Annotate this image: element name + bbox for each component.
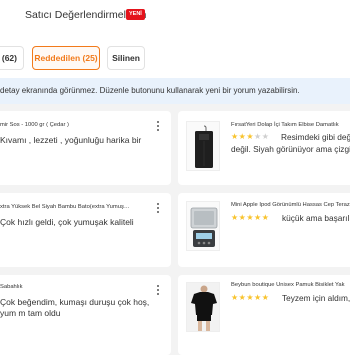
star-icon: ★ [246, 132, 255, 141]
product-image[interactable] [186, 282, 220, 332]
review-comment-line: Teyzem için aldım, k [282, 293, 350, 303]
star-icon: ★ [231, 132, 239, 141]
info-text: detay ekranında görünmez. Düzenle butonu… [0, 86, 300, 95]
star-icon: ★ [254, 293, 262, 302]
product-image[interactable] [186, 121, 220, 171]
star-icon: ★ [231, 293, 239, 302]
review-comment-line: değil. Siyah görünüyor ama çizgili v [231, 144, 350, 154]
garment-bag-image [187, 122, 219, 170]
review-card: Mini Apple Ipod Görünümlü Hassas Cep Ter… [178, 193, 350, 267]
review-comment-line: Kıvamı , lezzeti , yoğunluğu harika bir [0, 135, 142, 145]
more-vertical-icon[interactable] [157, 285, 160, 296]
tabs-bar: a (62) Reddedilen (25) Silinen [0, 30, 350, 78]
more-vertical-icon[interactable] [157, 203, 160, 214]
star-icon: ★ [261, 213, 270, 222]
star-icon: ★ [231, 213, 239, 222]
star-icon: ★ [261, 132, 270, 141]
review-card: mir Sos - 1000 gr ( Çedar ) Kıvamı , lez… [0, 111, 171, 185]
product-name[interactable]: Mini Apple Ipod Görünümlü Hassas Cep Ter… [231, 202, 350, 208]
star-icon: ★ [246, 213, 255, 222]
review-comment: Çok beğendim, kumaşı duruşu çok hoş, yum… [0, 297, 149, 319]
pocket-scale-image [187, 202, 219, 250]
review-comment: Çok hızlı geldi, çok yumuşak kaliteli [0, 217, 134, 228]
star-rating: ★★★★★ [231, 213, 269, 222]
review-comment-line: Çok beğendim, kumaşı duruşu çok hoş, [0, 297, 150, 307]
review-comment-line: Resimdeki gibi değil [281, 132, 350, 142]
review-card: xtra Yüksek Bel Siyah Bambu Bato(extra Y… [0, 193, 171, 267]
more-vertical-icon[interactable] [157, 121, 160, 132]
info-bar: detay ekranında görünmez. Düzenle butonu… [0, 78, 350, 104]
review-comment: Kıvamı , lezzeti , yoğunluğu harika bir [0, 135, 141, 146]
tab-approved[interactable]: a (62) [0, 46, 24, 70]
review-comment-line: yum m tam oldu [0, 308, 61, 318]
tshirt-outfit-image [187, 283, 219, 331]
star-icon: ★ [254, 132, 262, 141]
star-rating: ★★★★★ [231, 132, 269, 141]
product-name[interactable]: Beybun boutique Unisex Pamuk Bisiklet Ya… [231, 282, 345, 288]
review-comment-line: Çok hızlı geldi, çok yumuşak kaliteli [0, 217, 134, 227]
product-name[interactable]: Sabahlık [0, 284, 23, 290]
review-comment-line: küçük ama başarılı [282, 213, 350, 223]
header-bar: Satıcı Değerlendirmelerim YENİ [0, 0, 350, 30]
new-badge: YENİ [126, 9, 145, 20]
star-rating: ★★★★★ [231, 293, 269, 302]
review-card: Sabahlık Çok beğendim, kumaşı duruşu çok… [0, 275, 171, 355]
star-icon: ★ [261, 293, 270, 302]
product-name[interactable]: xtra Yüksek Bel Siyah Bambu Bato(extra Y… [0, 204, 130, 210]
review-card: FırsatYeri Dolap İçi Takım Elbise Damatl… [178, 111, 350, 185]
tab-rejected[interactable]: Reddedilen (25) [32, 46, 100, 70]
review-card: Beybun boutique Unisex Pamuk Bisiklet Ya… [178, 275, 350, 355]
product-name[interactable]: mir Sos - 1000 gr ( Çedar ) [0, 122, 69, 128]
product-name[interactable]: FırsatYeri Dolap İçi Takım Elbise Damatl… [231, 122, 339, 128]
tab-deleted[interactable]: Silinen [107, 46, 145, 70]
star-icon: ★ [254, 213, 262, 222]
star-icon: ★ [246, 293, 255, 302]
product-image[interactable] [186, 201, 220, 251]
